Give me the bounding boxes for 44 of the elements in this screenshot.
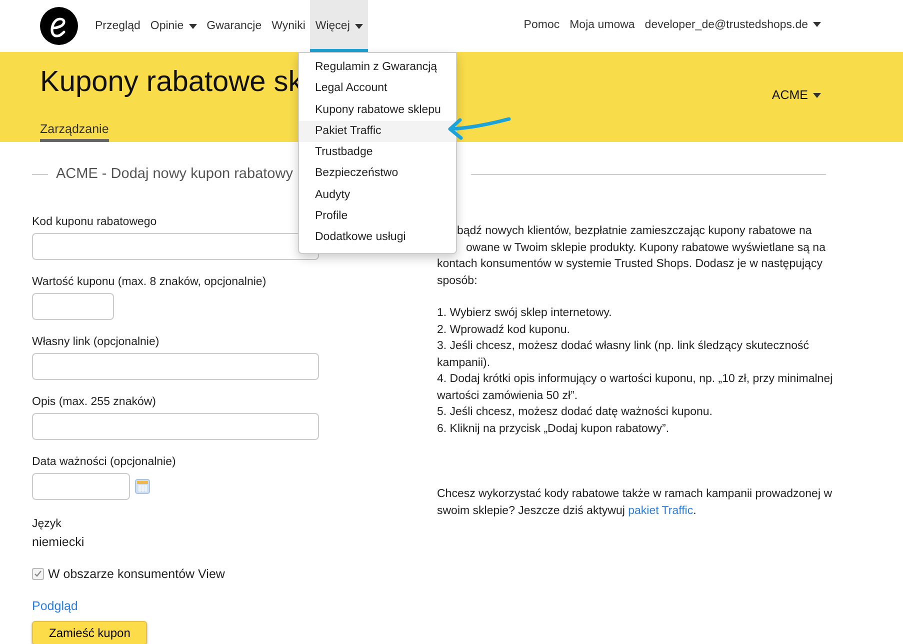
nav-item[interactable]: Opinie: [145, 0, 202, 52]
nav-link[interactable]: Moja umowa: [570, 18, 635, 34]
menu-item[interactable]: Legal Account: [299, 78, 456, 100]
nav-item[interactable]: Więcej: [310, 0, 368, 52]
field-label: Data ważności (opcjonalnie): [32, 456, 177, 468]
logo-icon[interactable]: [40, 7, 78, 45]
menu-item[interactable]: Trustbadge: [299, 142, 456, 164]
menu-item[interactable]: Regulamin z Gwarancją: [299, 57, 456, 78]
step-text: 2. Wprowadź kod kuponu.: [437, 322, 571, 338]
preview-link[interactable]: Podgląd: [32, 599, 405, 613]
nav-link[interactable]: Pomoc: [524, 18, 560, 34]
input-field[interactable]: [32, 473, 130, 500]
field-label: Opis (max. 255 znaków): [32, 396, 157, 408]
field-label: Kod kuponu rabatowego: [32, 216, 158, 228]
step-text: 5. Jeśli chcesz, możesz dodać datę ważności kuponu.: [437, 405, 714, 420]
step-text: 6. Kliknij na przycisk „Dodaj kupon rabatowy”.: [437, 422, 670, 436]
field-label: Własny link (opcjonalnie): [32, 336, 160, 348]
traffic-text: Chcesz wykorzystać kody rabatowe także w ramach kampanii prowadzonej w swoim sklepie? Jeszcze dziś aktywuj pakiet Traffic.: [437, 487, 833, 518]
field-label: Język: [32, 518, 62, 530]
step-text: 1. Wybierz swój sklep internetowy.: [437, 306, 613, 321]
nav-item[interactable]: Przegląd: [90, 0, 146, 52]
submit-button[interactable]: Zamieść kupon: [32, 621, 148, 644]
section-title: ACME - Dodaj nowy kupon rabatowy: [56, 166, 293, 182]
field-label: Wartość kuponu (max. 8 znaków, opcjonalnie): [32, 276, 268, 288]
traffic-link[interactable]: pakiet Traffic: [628, 504, 694, 516]
menu-item[interactable]: Audyty: [299, 184, 456, 206]
step-text: 3. Jeśli chcesz, możesz dodać własny link (np. link śledzący skuteczność kampanii).: [437, 339, 810, 370]
step-text: 4. Dodaj krótki opis informujący o wartości kuponu, np. „10 zł, przy minimalnej wartości zamówienia 50 zł”.: [437, 372, 834, 404]
tab[interactable]: Zarządzanie: [40, 122, 109, 142]
nav-item[interactable]: Wyniki: [266, 0, 310, 52]
nav-link[interactable]: developer_de@trustedshops.de: [644, 18, 821, 34]
menu-item[interactable]: Kupony rabatowe sklepu: [299, 100, 456, 121]
menu-item[interactable]: Bezpieczeństwo: [299, 163, 456, 185]
input-field[interactable]: [32, 413, 319, 440]
nav-item[interactable]: Gwarancje: [202, 0, 267, 52]
calendar-icon[interactable]: [135, 479, 150, 494]
input-field[interactable]: [32, 353, 319, 380]
language-value: niemiecki: [32, 535, 86, 549]
checkbox-label: W obszarze konsumentów View: [48, 567, 225, 581]
input-field[interactable]: [32, 293, 114, 320]
caret-icon: [813, 92, 821, 98]
menu-item[interactable]: Pakiet Traffic: [299, 120, 456, 142]
shop-selector[interactable]: ACME: [772, 88, 821, 102]
checkbox[interactable]: [32, 568, 44, 580]
